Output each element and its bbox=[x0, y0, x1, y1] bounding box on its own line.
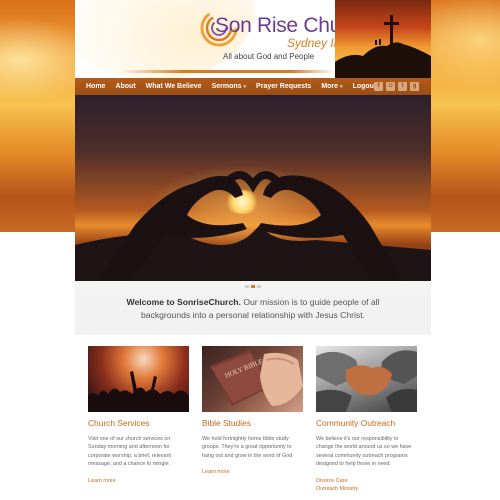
slider-dot[interactable] bbox=[245, 284, 249, 288]
instagram-icon[interactable]: ◘ bbox=[386, 82, 395, 91]
google-plus-icon[interactable]: g bbox=[410, 82, 419, 91]
page-container: Son Rise Church Sydney Inc. All about Go… bbox=[75, 0, 431, 500]
site-header: Son Rise Church Sydney Inc. All about Go… bbox=[75, 0, 431, 78]
welcome-message: Welcome to SonriseChurch. Our mission is… bbox=[75, 291, 431, 335]
card-text: Visit one of our church services on Sund… bbox=[88, 436, 171, 468]
chevron-down-icon: ▾ bbox=[340, 84, 343, 90]
learn-more-link[interactable]: Learn more bbox=[202, 468, 303, 476]
cross-image bbox=[335, 0, 431, 78]
social-links: f ◘ t g bbox=[371, 82, 419, 91]
slider-dot[interactable] bbox=[257, 284, 261, 288]
card-community-outreach: Community Outreach We believe it's our r… bbox=[316, 346, 417, 493]
card-title[interactable]: Community Outreach bbox=[316, 418, 417, 428]
community-outreach-image[interactable] bbox=[316, 346, 417, 412]
card-text: We believe it's our responsibility to ch… bbox=[316, 436, 412, 468]
nav-about[interactable]: About bbox=[115, 83, 135, 90]
chevron-down-icon: ▾ bbox=[243, 84, 247, 90]
slider-pagination bbox=[75, 281, 431, 291]
nav-what-we-believe[interactable]: What We Believe bbox=[146, 83, 202, 90]
divorce-care-link[interactable]: Divorce Care bbox=[316, 477, 417, 485]
logo-tagline: All about God and People bbox=[223, 52, 315, 61]
nav-sermons[interactable]: Sermons ▾ bbox=[212, 83, 246, 90]
card-text: We hold fortnightly home bible study gro… bbox=[202, 436, 293, 459]
main-nav: Home About What We Believe Sermons ▾ Pray… bbox=[75, 78, 431, 95]
bible-studies-image[interactable]: HOLY BIBLE bbox=[202, 346, 303, 412]
twitter-icon[interactable]: t bbox=[398, 82, 407, 91]
card-church-services: Church Services Visit one of our church … bbox=[88, 346, 189, 485]
slider-dot-active[interactable] bbox=[251, 284, 255, 288]
outreach-ministry-link[interactable]: Outreach Ministry bbox=[316, 485, 417, 493]
card-bible-studies: HOLY BIBLE Bible Studies We hold fortnig… bbox=[202, 346, 303, 476]
facebook-icon[interactable]: f bbox=[374, 82, 383, 91]
feature-cards: Church Services Visit one of our church … bbox=[75, 335, 431, 500]
nav-more[interactable]: More ▾ bbox=[321, 83, 342, 90]
nav-prayer-requests[interactable]: Prayer Requests bbox=[256, 83, 311, 90]
church-services-image[interactable] bbox=[88, 346, 189, 412]
logo-underline bbox=[120, 70, 335, 73]
heart-hands-image bbox=[75, 171, 431, 281]
learn-more-link[interactable]: Learn more bbox=[88, 477, 189, 485]
hero-slider[interactable] bbox=[75, 95, 431, 281]
card-title[interactable]: Church Services bbox=[88, 418, 189, 428]
welcome-lead: Welcome to SonriseChurch. bbox=[126, 297, 241, 307]
card-title[interactable]: Bible Studies bbox=[202, 418, 303, 428]
nav-home[interactable]: Home bbox=[86, 83, 105, 90]
